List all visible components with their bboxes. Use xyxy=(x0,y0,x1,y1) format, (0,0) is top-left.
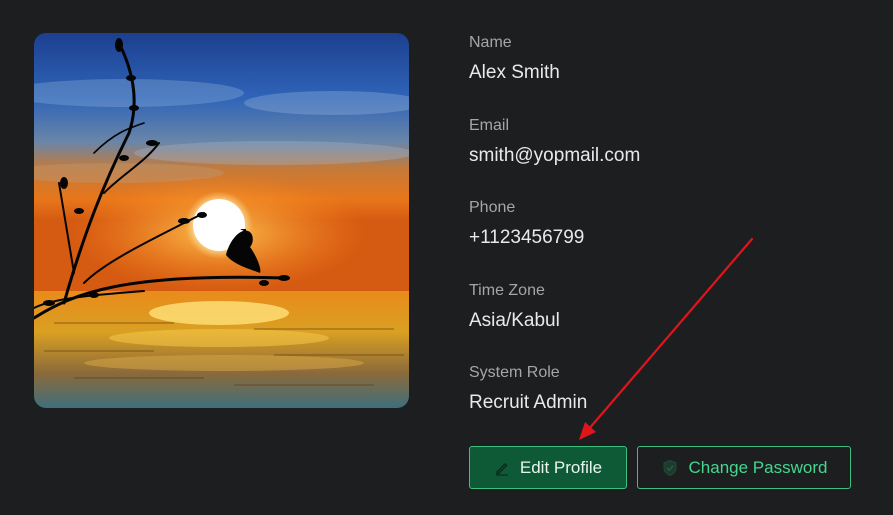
phone-label: Phone xyxy=(469,199,516,216)
timezone-label: Time Zone xyxy=(469,282,545,299)
timezone-value: Asia/Kabul xyxy=(469,310,560,331)
name-value: Alex Smith xyxy=(469,62,560,83)
timezone-field: Time Zone Asia/Kabul xyxy=(469,281,560,333)
system-role-value: Recruit Admin xyxy=(469,392,588,413)
email-value: smith@yopmail.com xyxy=(469,145,641,166)
phone-field: Phone +1123456799 xyxy=(469,198,584,250)
shield-check-icon xyxy=(661,459,679,477)
profile-page: Name Alex Smith Email smith@yopmail.com … xyxy=(0,0,893,515)
name-label: Name xyxy=(469,34,512,51)
phone-value: +1123456799 xyxy=(469,227,585,248)
edit-profile-label: Edit Profile xyxy=(519,457,603,477)
profile-photo xyxy=(34,33,409,408)
change-password-label: Change Password xyxy=(688,457,828,477)
pencil-icon xyxy=(494,460,510,476)
change-password-button[interactable]: Change Password xyxy=(637,446,851,489)
edit-profile-button[interactable]: Edit Profile xyxy=(469,446,627,489)
name-field: Name Alex Smith xyxy=(469,33,560,85)
system-role-field: System Role Recruit Admin xyxy=(469,363,587,415)
email-field: Email smith@yopmail.com xyxy=(469,116,640,168)
email-label: Email xyxy=(469,117,510,134)
system-role-label: System Role xyxy=(469,364,560,381)
